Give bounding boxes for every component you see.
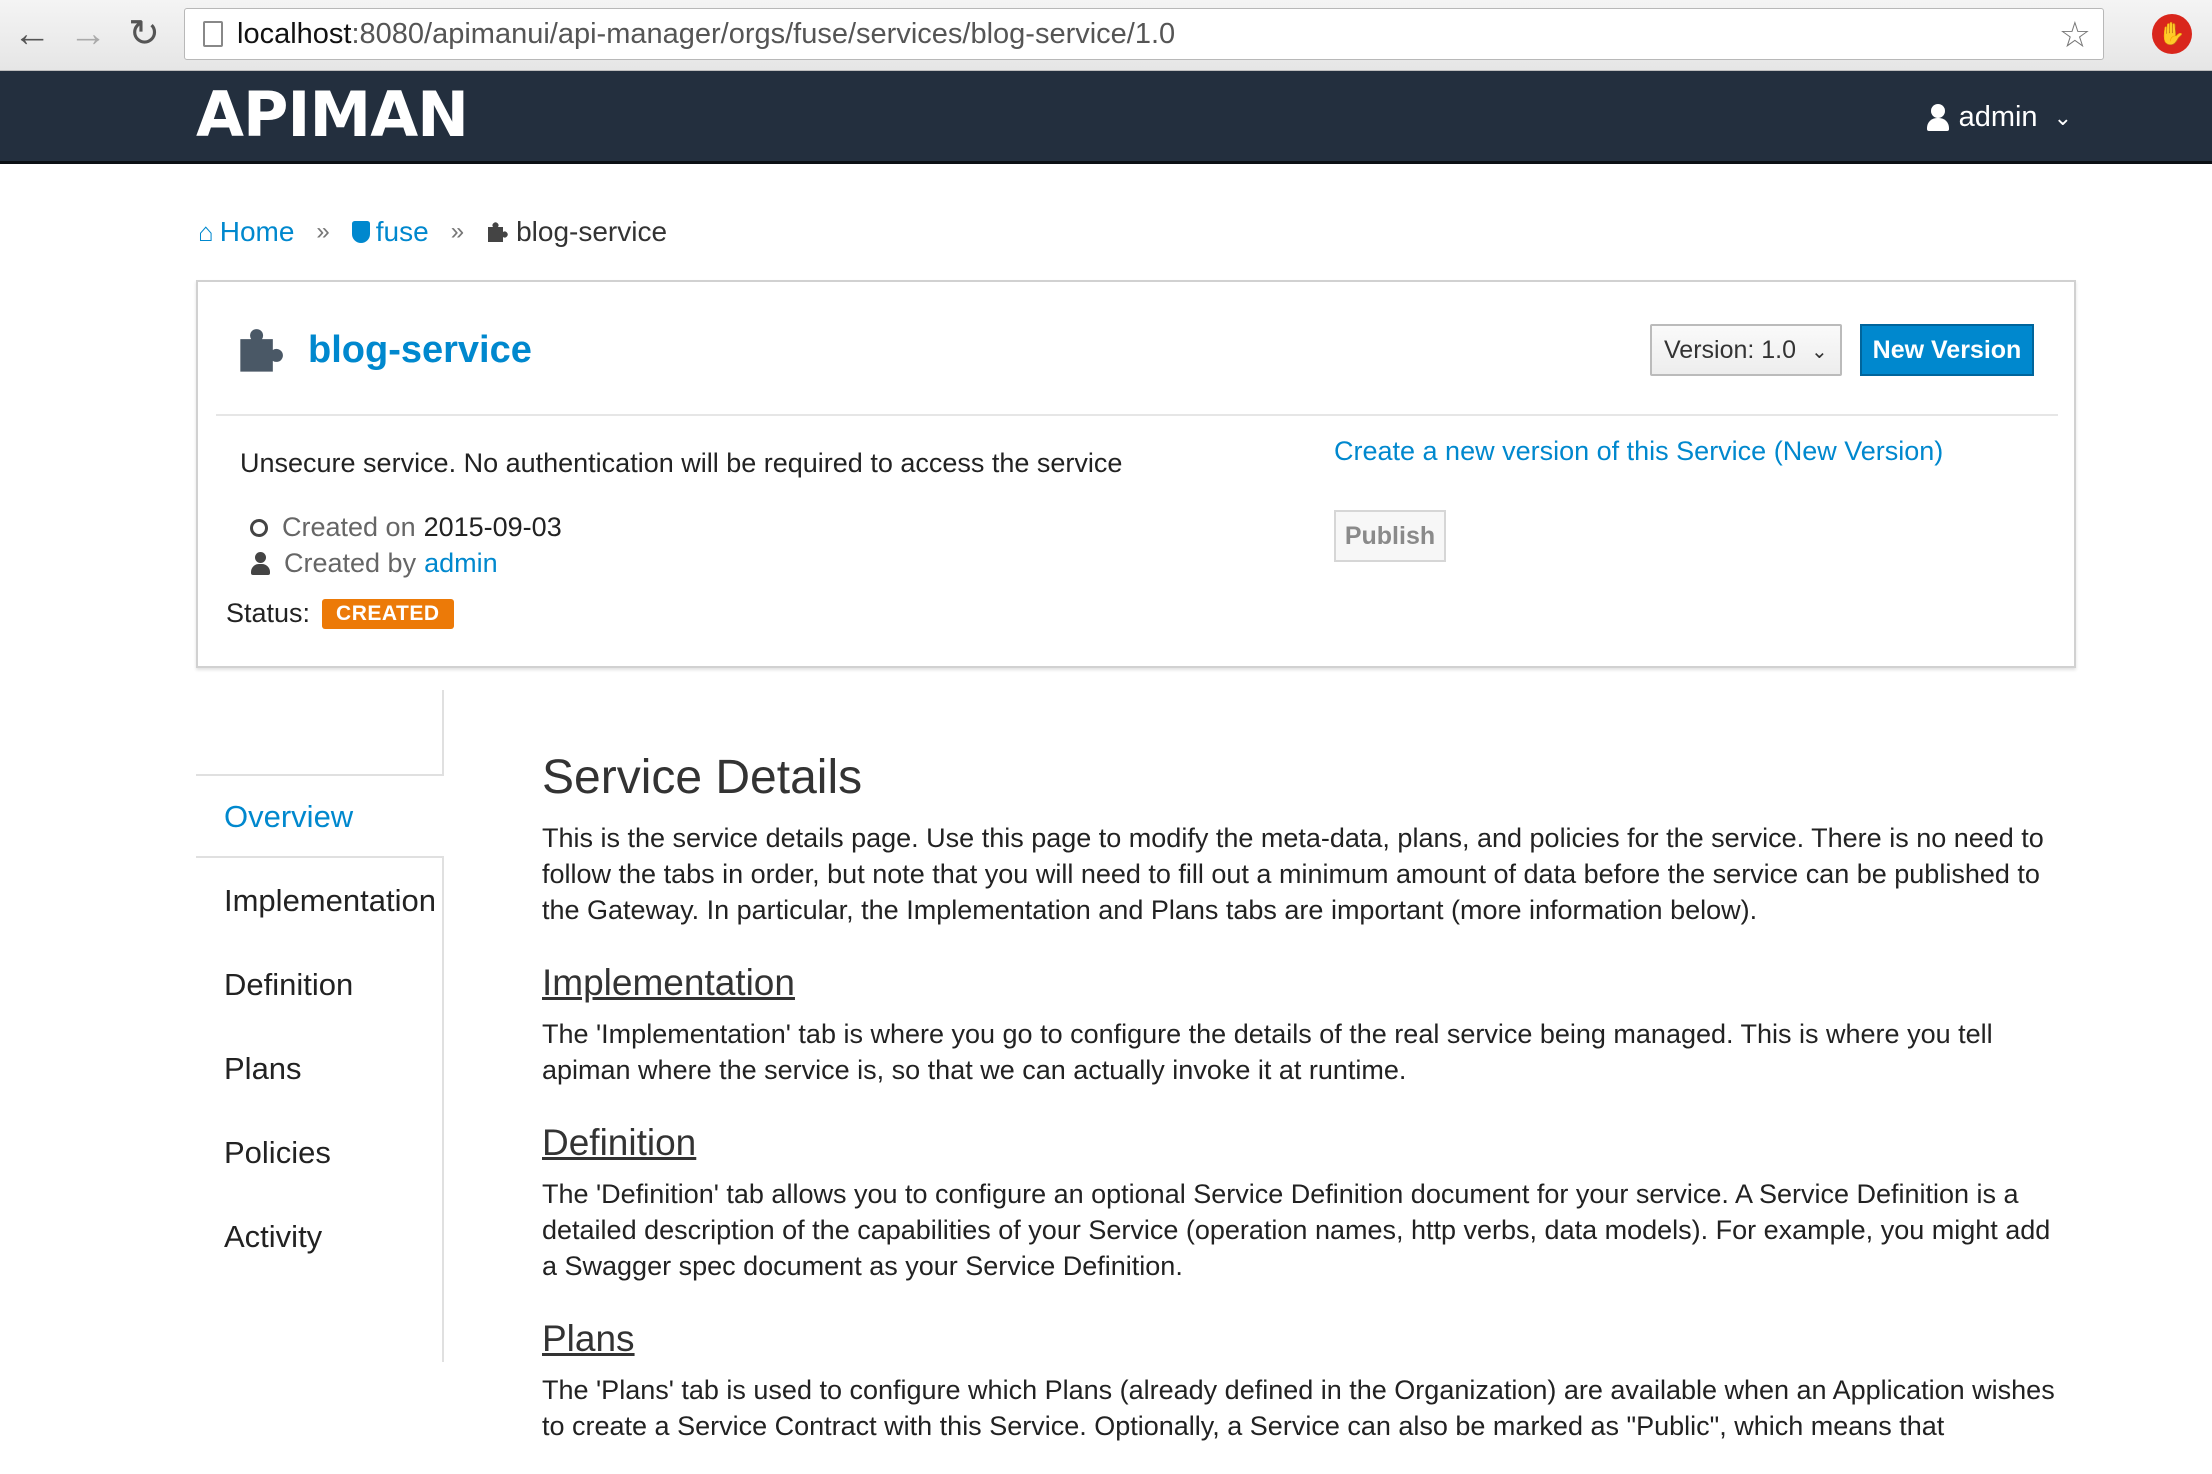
forward-arrow-icon[interactable]: → [64,10,112,58]
back-arrow-icon[interactable]: ← [8,10,56,58]
url-path: :8080/apimanui/api-manager/orgs/fuse/ser… [351,18,1176,50]
page-title: Service Details [542,751,863,804]
home-icon: ⌂ [198,216,214,247]
person-icon [250,551,270,576]
browser-toolbar: ← → ↻ localhost:8080/apimanui/api-manage… [0,0,2212,71]
breadcrumb-separator: » [450,218,465,245]
breadcrumb-org-label: fuse [375,216,429,247]
tab-activity[interactable]: Activity [196,1196,442,1278]
breadcrumb: ⌂ Home » fuse » blog-service [198,216,667,248]
new-version-button[interactable]: New Version [1860,324,2034,376]
section-text-plans: The 'Plans' tab is used to configure whi… [542,1375,2055,1441]
tabs-spacer [196,690,442,776]
create-new-version-link[interactable]: Create a new version of this Service (Ne… [1334,436,1943,467]
section-heading-definition: Definition [542,1122,697,1163]
created-by-label: Created by [284,548,417,578]
puzzle-icon [488,222,508,242]
service-title: blog-service [236,326,532,374]
version-select-value: Version: 1.0 [1664,336,1797,364]
section-text-implementation: The 'Implementation' tab is where you go… [542,1019,1993,1085]
breadcrumb-current-label: blog-service [516,216,668,247]
user-name: admin [1958,101,2038,133]
section-text-definition: The 'Definition' tab allows you to confi… [542,1179,2051,1281]
breadcrumb-org[interactable]: fuse [351,216,429,248]
tab-implementation[interactable]: Implementation [196,860,442,942]
extension-stop-icon[interactable]: ✋ [2152,14,2192,54]
page-icon [203,21,223,47]
status-badge: CREATED [322,598,454,629]
tab-overview[interactable]: Overview [196,776,444,858]
created-on-label: Created on [282,512,416,542]
created-by-user-link[interactable]: admin [424,548,498,579]
address-bar[interactable]: localhost:8080/apimanui/api-manager/orgs… [184,8,2104,60]
clock-icon [250,518,268,537]
created-on-row: Created on 2015-09-03 [250,512,562,543]
divider [216,414,2058,416]
user-menu[interactable]: admin ⌄ [1926,101,2072,134]
user-icon [1926,103,1949,132]
created-by-row: Created by admin [250,548,498,579]
url-host: localhost [237,18,352,50]
breadcrumb-separator: » [316,218,330,245]
shield-icon [351,221,370,243]
tab-plans[interactable]: Plans [196,1028,442,1110]
breadcrumb-home[interactable]: ⌂ Home [198,216,294,248]
chevron-down-icon: ⌄ [1810,341,1828,363]
bookmark-star-icon[interactable]: ☆ [2059,15,2091,55]
breadcrumb-current: blog-service [486,216,667,248]
breadcrumb-home-label: Home [219,216,295,247]
tab-definition[interactable]: Definition [196,944,442,1026]
status-row: Status: CREATED [226,598,454,629]
app-header: APIMAN admin ⌄ [0,71,2212,164]
service-description: Unsecure service. No authentication will… [240,448,1123,478]
intro-paragraph: This is the service details page. Use th… [542,823,2044,925]
service-tabs: Overview Implementation Definition Plans… [196,690,444,1362]
section-heading-implementation: Implementation [542,962,795,1003]
publish-button[interactable]: Publish [1334,510,1446,562]
overview-content: Service Details This is the service deta… [542,740,2062,1444]
version-select[interactable]: Version: 1.0 ⌄ [1650,324,1842,376]
apiman-logo[interactable]: APIMAN [196,84,469,146]
reload-icon[interactable]: ↻ [120,10,168,58]
tab-policies[interactable]: Policies [196,1112,442,1194]
service-name: blog-service [308,328,532,371]
created-on-date: 2015-09-03 [423,512,562,542]
service-summary-card: blog-service Version: 1.0 ⌄ New Version … [196,280,2076,668]
section-heading-plans: Plans [542,1318,635,1359]
puzzle-icon [240,329,283,372]
status-label: Status: [226,598,311,628]
chevron-down-icon: ⌄ [2053,104,2072,130]
url-text[interactable]: localhost:8080/apimanui/api-manager/orgs… [237,9,1175,59]
